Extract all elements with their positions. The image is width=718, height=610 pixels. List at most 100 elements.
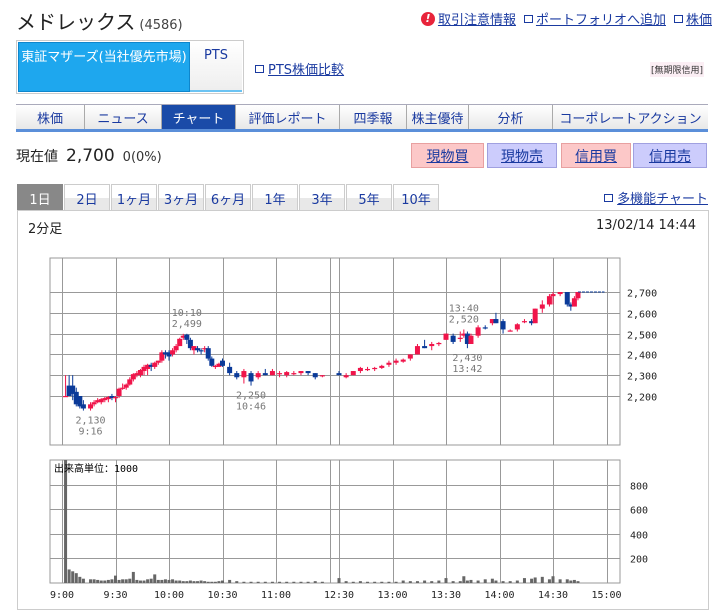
volume-bar <box>74 573 78 583</box>
volume-panel-border <box>49 459 621 584</box>
candle-body <box>557 292 563 295</box>
annotation-label: 2,520 <box>449 314 479 325</box>
volume-bar <box>366 581 370 583</box>
volume-bar <box>565 579 569 583</box>
volume-bar <box>285 581 289 583</box>
volume-bar <box>380 581 384 583</box>
candle-body <box>475 327 481 336</box>
annotation-label: 9:16 <box>78 427 102 438</box>
annotation-label: 13:40 <box>449 303 479 314</box>
volume-bar <box>469 579 473 583</box>
time-tick-label: 9:00 <box>50 590 74 601</box>
volume-bar <box>89 579 93 583</box>
annotation-label: 2,430 <box>452 353 482 364</box>
volume-bar <box>92 579 96 583</box>
candle-body <box>386 362 392 365</box>
candle-body <box>116 388 122 396</box>
candle-body <box>379 365 385 368</box>
volume-bar <box>501 581 505 583</box>
volume-bar <box>530 578 534 583</box>
candle-body <box>336 373 342 376</box>
volume-bar <box>178 580 182 583</box>
volume-bar <box>476 580 480 583</box>
volume-tick-label: 800 <box>630 482 648 493</box>
candle-body <box>248 373 254 382</box>
volume-bar <box>263 581 267 583</box>
volume-bar <box>163 579 167 583</box>
candle-body <box>209 358 215 366</box>
volume-bar <box>508 581 512 583</box>
volume-bar <box>415 581 419 583</box>
volume-bar <box>483 579 487 583</box>
candle-body <box>152 362 158 367</box>
candle-body <box>255 373 261 378</box>
candle-body <box>482 327 488 329</box>
annotation-label: 13:42 <box>452 364 482 375</box>
time-tick-label: 11:00 <box>261 590 291 601</box>
volume-bar <box>344 581 348 583</box>
candle-body <box>575 292 581 299</box>
volume-bar <box>156 579 160 583</box>
candle-body <box>532 308 538 324</box>
candle-body <box>284 372 290 376</box>
candle-body <box>571 298 577 307</box>
volume-bar <box>462 576 466 583</box>
volume-bar <box>160 579 164 583</box>
volume-bar <box>576 581 580 583</box>
volume-bar <box>138 580 142 583</box>
volume-bar <box>124 579 128 583</box>
volume-bar <box>153 574 157 583</box>
volume-bar <box>299 581 303 583</box>
volume-bar <box>242 581 246 583</box>
price-panel-border <box>49 257 621 446</box>
volume-bar <box>81 578 85 583</box>
candle-body <box>372 367 378 370</box>
candle-body <box>539 304 545 309</box>
candle-body <box>80 404 86 409</box>
volume-bar <box>78 576 82 583</box>
volume-bar <box>114 575 117 583</box>
candle-body <box>262 373 268 376</box>
volume-bar <box>490 578 494 583</box>
candle-body <box>365 368 371 371</box>
volume-bar <box>206 581 210 583</box>
candle-body <box>450 335 456 342</box>
candle-body <box>357 367 363 372</box>
volume-bar <box>408 581 412 583</box>
candle-body <box>277 373 283 375</box>
volume-bar <box>196 581 200 583</box>
candle-body <box>414 346 420 355</box>
volume-bar <box>67 569 71 583</box>
volume-unit-label: 出来高単位：1000 <box>54 462 138 475</box>
annotation-label: 2,130 <box>75 416 105 427</box>
volume-bar <box>430 581 434 583</box>
volume-bar <box>494 580 498 583</box>
volume-bar <box>181 581 185 583</box>
candle-body <box>198 350 204 352</box>
volume-bar <box>401 580 405 583</box>
volume-bar <box>387 581 391 583</box>
volume-bar <box>221 580 224 583</box>
volume-bar <box>444 578 448 583</box>
candle-body <box>343 375 349 378</box>
volume-bar <box>199 580 203 583</box>
candle-body <box>521 321 527 323</box>
candle-body <box>241 371 247 378</box>
volume-bar <box>540 576 544 583</box>
price-tick-label: 2,200 <box>627 393 657 404</box>
volume-bar <box>394 581 398 583</box>
candle-body <box>184 334 190 340</box>
candle-body <box>234 373 240 378</box>
volume-bar <box>110 579 114 583</box>
volume-bar <box>171 579 175 583</box>
candle-body <box>312 373 318 378</box>
volume-bar <box>103 580 107 583</box>
intraday-chart: 2,700 2,600 2,500 2,400 2,300 2,200 800 600 400 2… <box>49 257 657 601</box>
volume-bar <box>551 576 555 583</box>
volume-bar <box>358 581 362 583</box>
volume-bar <box>278 581 282 583</box>
volume-bar <box>465 580 469 583</box>
volume-bar <box>96 579 100 583</box>
volume-bar <box>458 581 462 583</box>
volume-bar <box>515 580 519 583</box>
